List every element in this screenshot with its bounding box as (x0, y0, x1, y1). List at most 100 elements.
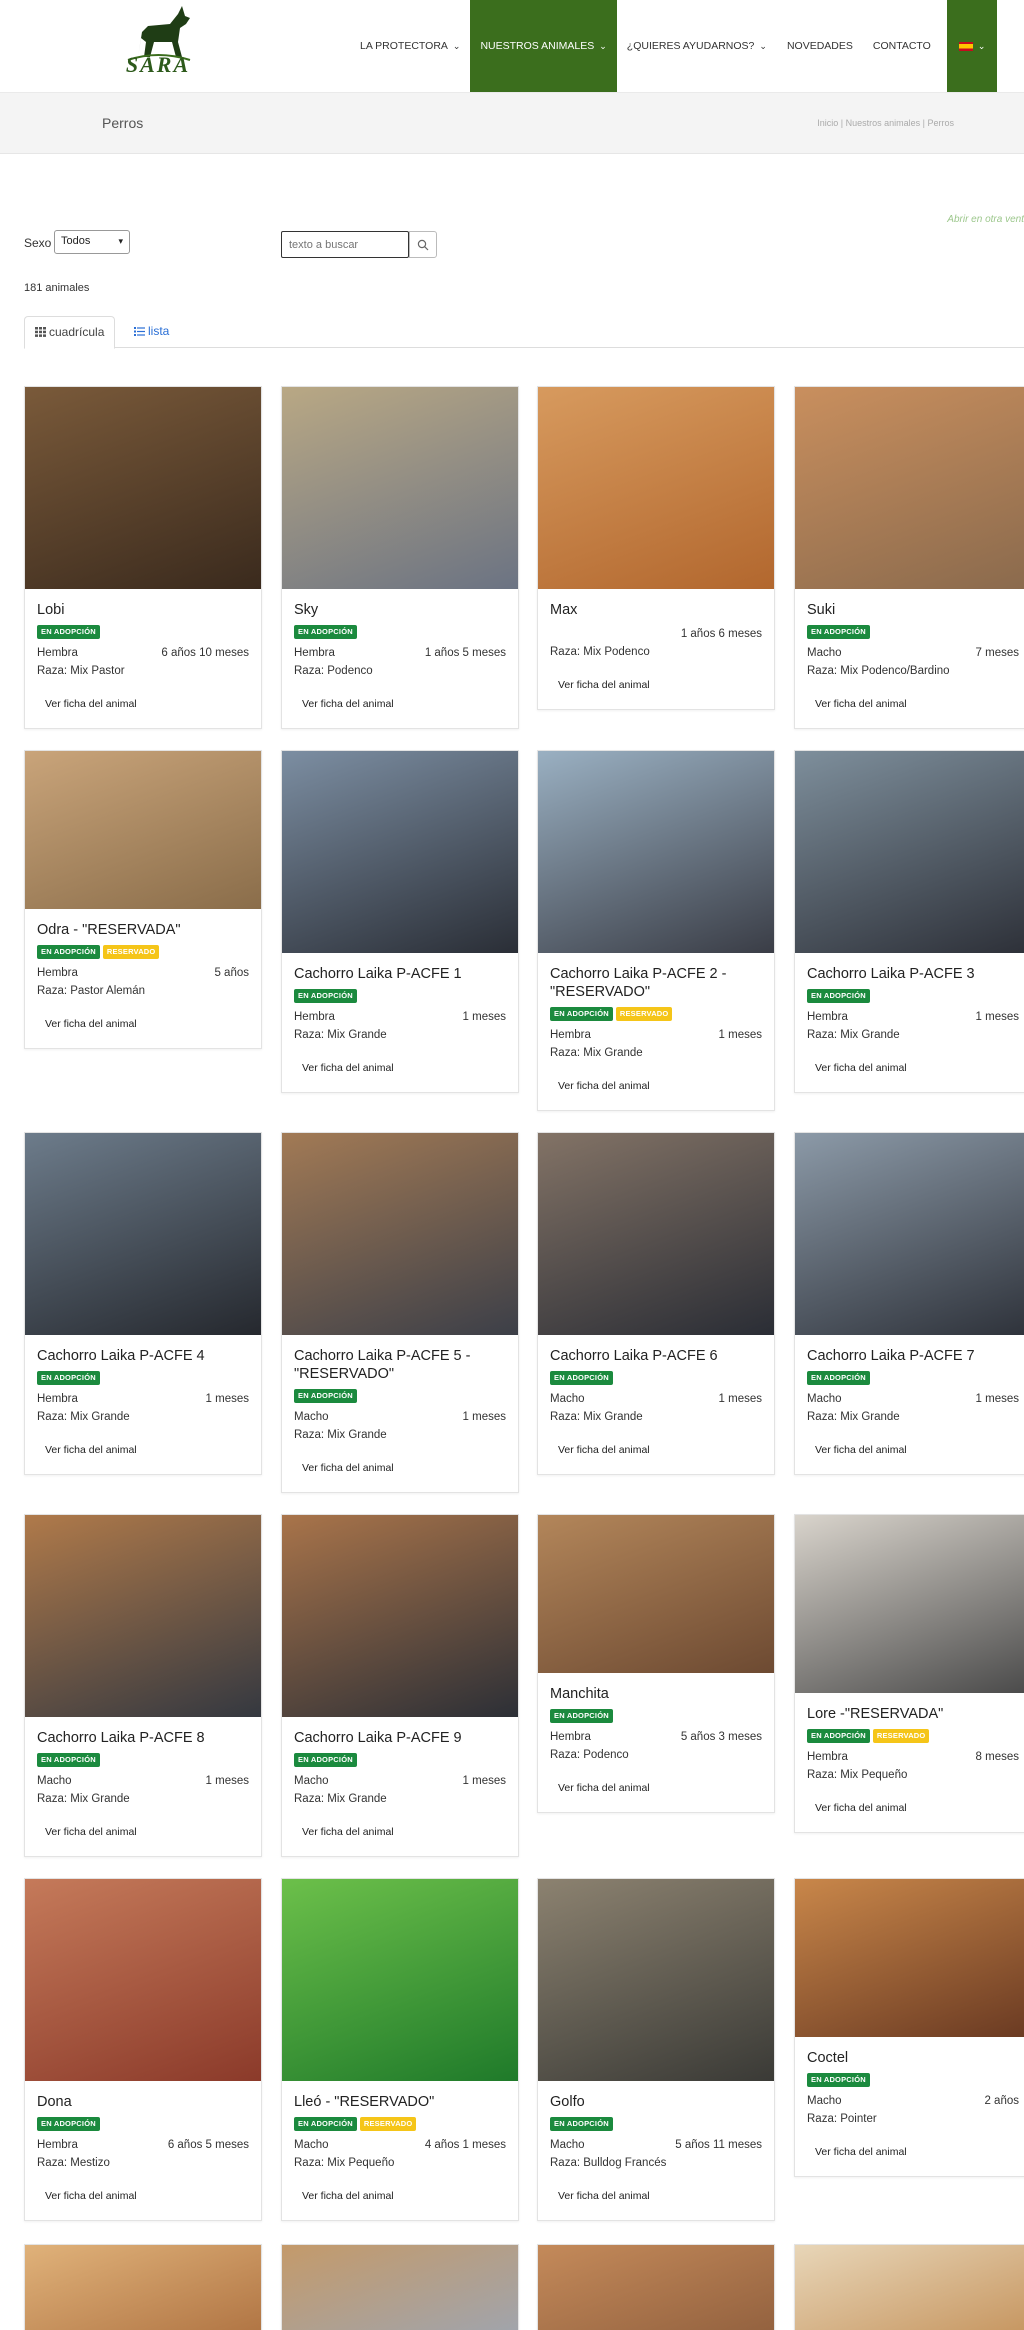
search-button[interactable] (409, 231, 437, 258)
animal-sex: Hembra (550, 1731, 591, 1743)
animal-info-row: Macho 5 años 11 meses (550, 2136, 762, 2154)
tab-grid[interactable]: cuadrícula (24, 316, 116, 349)
tab-list[interactable]: lista (124, 316, 179, 349)
view-animal-button[interactable]: Ver ficha del animal (37, 2184, 145, 2208)
animal-breed: Raza: Podenco (550, 1749, 629, 1761)
site-logo[interactable]: SARA (108, 2, 208, 88)
animal-breed: Raza: Mix Grande (807, 1411, 900, 1423)
animal-photo[interactable] (795, 2245, 1024, 2330)
badge-reservado: RESERVADO (102, 945, 160, 959)
nav-la-protectora[interactable]: LA PROTECTORA ⌄ (350, 0, 470, 92)
animal-card-body: Suki EN ADOPCIÓN Macho 7 meses Raza: Mix Pod… (795, 589, 1024, 728)
view-animal-button[interactable]: Ver ficha del animal (807, 1796, 915, 1820)
search-input[interactable] (281, 231, 409, 258)
animal-info-row: Hembra 5 años (37, 964, 249, 982)
animal-photo[interactable] (282, 1133, 518, 1335)
search-icon (417, 239, 429, 250)
animal-photo[interactable] (538, 751, 774, 953)
animal-photo[interactable] (795, 1879, 1024, 2037)
animal-photo[interactable] (795, 1133, 1024, 1335)
view-animal-button[interactable]: Ver ficha del animal (294, 1456, 402, 1480)
view-animal-button[interactable]: Ver ficha del animal (294, 692, 402, 716)
animal-photo[interactable] (795, 387, 1024, 589)
view-animal-button[interactable]: Ver ficha del animal (807, 692, 915, 716)
animal-photo[interactable] (25, 1133, 261, 1335)
animal-photo[interactable] (25, 387, 261, 589)
chevron-down-icon: ⌄ (452, 40, 461, 51)
breadcrumb-inicio[interactable]: Inicio (817, 118, 838, 128)
animal-age: 1 meses (718, 1029, 762, 1041)
animal-name: Manchita (550, 1686, 609, 1702)
status-badges: EN ADOPCIÓN (807, 1371, 1019, 1385)
animal-card-body: Lobi EN ADOPCIÓN Hembra 6 años 10 meses Raza… (25, 589, 261, 728)
view-animal-button[interactable]: Ver ficha del animal (807, 2140, 915, 2164)
badge-en-adopcion: EN ADOPCIÓN (807, 989, 870, 1003)
view-animal-button[interactable]: Ver ficha del animal (37, 1012, 145, 1036)
animal-photo[interactable] (538, 2245, 774, 2330)
animal-card-body: Golfo EN ADOPCIÓN Macho 5 años 11 meses Raza… (538, 2081, 774, 2220)
sexo-select[interactable]: Todos ▾ (54, 230, 130, 254)
view-animal-button[interactable]: Ver ficha del animal (807, 1056, 915, 1080)
animal-sex: Macho (807, 647, 842, 659)
status-badges: EN ADOPCIÓN (807, 2073, 1019, 2087)
animal-name: Suki (807, 602, 836, 618)
animal-photo[interactable] (25, 751, 261, 909)
view-animal-button[interactable]: Ver ficha del animal (294, 2184, 402, 2208)
animal-photo[interactable] (282, 751, 518, 953)
badge-en-adopcion: EN ADOPCIÓN (294, 989, 357, 1003)
badge-en-adopcion: EN ADOPCIÓN (294, 2117, 357, 2131)
animal-photo[interactable] (282, 1879, 518, 2081)
view-animal-button[interactable]: Ver ficha del animal (37, 692, 145, 716)
view-animal-button[interactable]: Ver ficha del animal (37, 1820, 145, 1844)
badge-en-adopcion: EN ADOPCIÓN (807, 1729, 870, 1743)
language-selector[interactable]: ⌄ (946, 0, 998, 92)
nav-quieres-ayudarnos[interactable]: ¿QUIERES AYUDARNOS? ⌄ (617, 0, 777, 92)
animal-card: Cachorro Laika P-ACFE 7 EN ADOPCIÓN Macho 1… (794, 1132, 1024, 1475)
animal-name: Lleó - "RESERVADO" (294, 2094, 435, 2110)
animal-count: 181 animales (24, 282, 92, 294)
animal-sex: Hembra (37, 967, 78, 979)
view-animal-button[interactable]: Ver ficha del animal (807, 1438, 915, 1462)
view-animal-button[interactable]: Ver ficha del animal (550, 1438, 658, 1462)
animal-sex: Hembra (294, 647, 335, 659)
nav-label: ¿QUIERES AYUDARNOS? (626, 40, 755, 52)
open-new-window-link[interactable]: Abrir en otra vent (947, 214, 1024, 225)
animal-photo[interactable] (25, 1515, 261, 1717)
animal-photo[interactable] (538, 1133, 774, 1335)
animal-name: Lore -"RESERVADA" (807, 1706, 944, 1722)
animal-photo[interactable] (282, 2245, 518, 2330)
animal-photo[interactable] (25, 2245, 261, 2330)
animal-photo[interactable] (282, 1515, 518, 1717)
breadcrumb-nuestros-animales[interactable]: Nuestros animales (846, 118, 921, 128)
status-badges: EN ADOPCIÓN (550, 1371, 762, 1385)
animal-age: 1 meses (462, 1775, 506, 1787)
view-animal-button[interactable]: Ver ficha del animal (550, 1776, 658, 1800)
view-animal-button[interactable]: Ver ficha del animal (37, 1438, 145, 1462)
status-badges: EN ADOPCIÓN RESERVADO (550, 1007, 762, 1021)
animal-photo[interactable] (795, 751, 1024, 953)
animal-breed: Raza: Mix Grande (37, 1793, 130, 1805)
status-badges: EN ADOPCIÓN (807, 625, 1019, 639)
status-badges: EN ADOPCIÓN RESERVADO (294, 2117, 506, 2131)
animal-photo[interactable] (25, 1879, 261, 2081)
animal-breed: Raza: Mix Pastor (37, 665, 125, 677)
animal-card (281, 2244, 519, 2330)
nav-nuestros-animales[interactable]: NUESTROS ANIMALES ⌄ (470, 0, 617, 92)
animal-breed: Raza: Mix Grande (37, 1411, 130, 1423)
logo-text: SARA (125, 52, 191, 77)
animal-photo[interactable] (538, 1879, 774, 2081)
animal-card: Cachorro Laika P-ACFE 2 - "RESERVADO" EN … (537, 750, 775, 1111)
nav-contacto[interactable]: CONTACTO (863, 0, 941, 92)
animal-photo[interactable] (282, 387, 518, 589)
animal-photo[interactable] (538, 387, 774, 589)
view-animal-button[interactable]: Ver ficha del animal (550, 673, 658, 697)
animal-photo[interactable] (795, 1515, 1024, 1693)
view-animal-button[interactable]: Ver ficha del animal (550, 2184, 658, 2208)
view-animal-button[interactable]: Ver ficha del animal (294, 1056, 402, 1080)
nav-novedades[interactable]: NOVEDADES (777, 0, 863, 92)
animal-photo[interactable] (538, 1515, 774, 1673)
view-animal-button[interactable]: Ver ficha del animal (294, 1820, 402, 1844)
badge-reservado: RESERVADO (615, 1007, 673, 1021)
animal-card-body: Cachorro Laika P-ACFE 5 - "RESERVADO" EN … (282, 1335, 518, 1492)
view-animal-button[interactable]: Ver ficha del animal (550, 1074, 658, 1098)
